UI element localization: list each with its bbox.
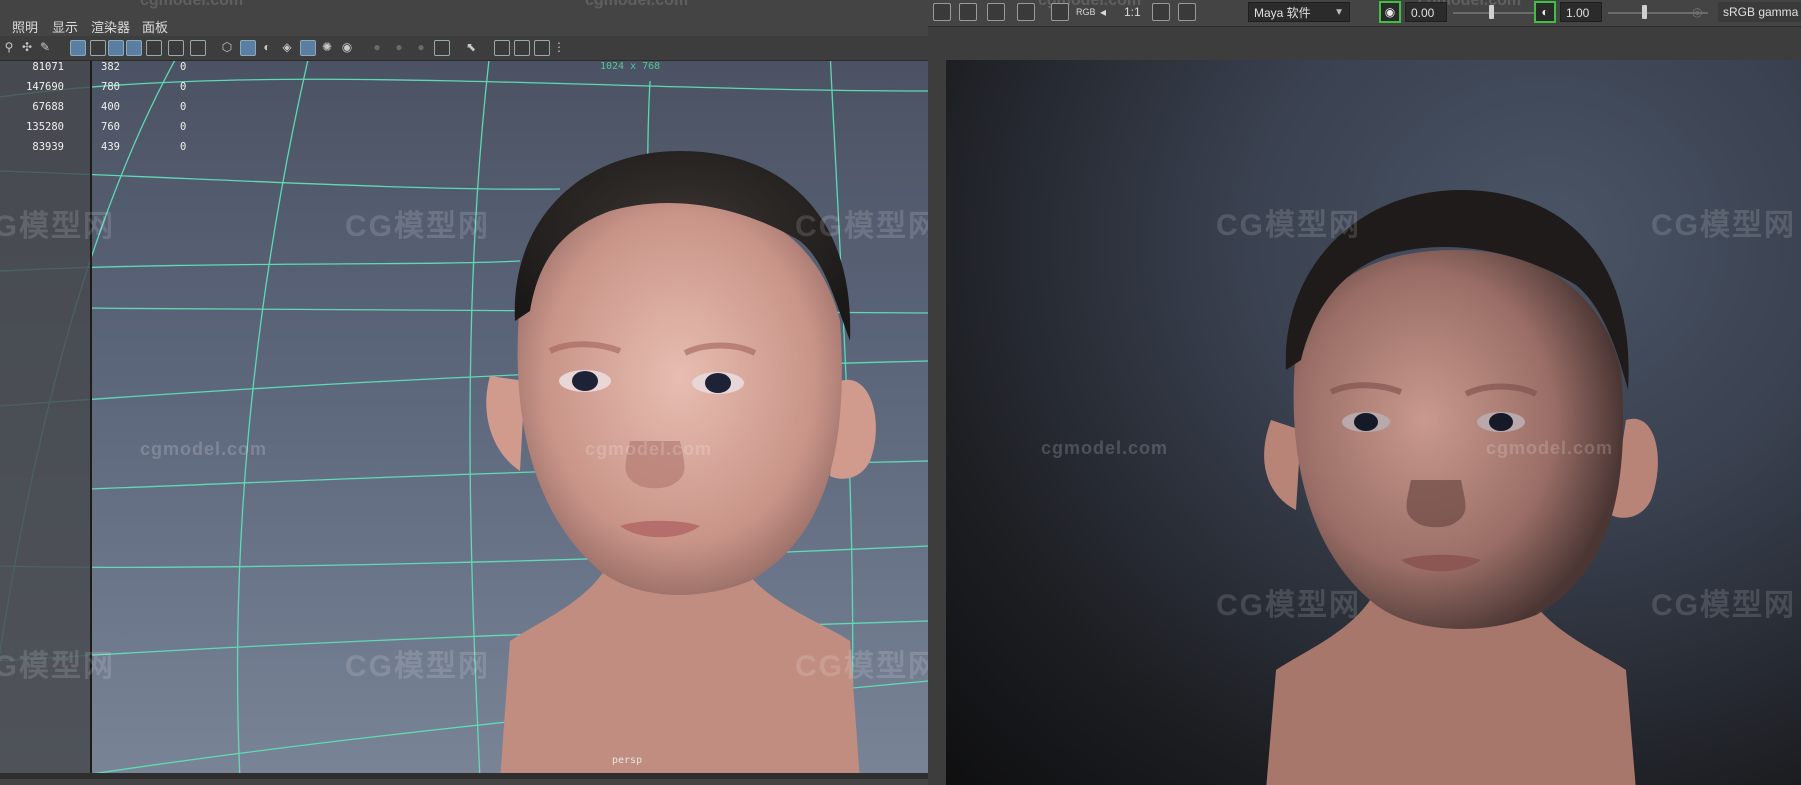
xray-icon[interactable]: [494, 40, 510, 56]
toolbar-overflow-icon[interactable]: ⋮: [552, 40, 566, 54]
render-view-toolbar: cgmodel.com cgmodel.com RGB ◂ 1:1 Maya 软…: [928, 0, 1801, 27]
film-gate-icon[interactable]: [90, 40, 106, 56]
viewport-panel: cgmodel.com cgmodel.com 照明 显示 渲染器 面板 ⚲ ✣…: [0, 0, 928, 785]
exposure-field[interactable]: 0.00: [1405, 2, 1447, 22]
hud-value: 147690: [26, 81, 64, 93]
use-lights-icon[interactable]: ✺: [320, 40, 334, 54]
snapshot-icon[interactable]: [987, 3, 1005, 21]
color-management-dropdown[interactable]: Maya 软件 ▼: [1248, 2, 1350, 22]
view-transform-label[interactable]: sRGB gamma: [1718, 2, 1801, 22]
speaker-icon[interactable]: ◂: [1100, 5, 1106, 19]
watermark-url: cgmodel.com: [1041, 438, 1169, 458]
watermark-url: cgmodel.com: [585, 439, 713, 459]
viewport-toolbar: ⚲ ✣ ✎ ⬡ ◐ ◈ ✺ ◉ ● ● ● ⬉ ⋮: [0, 36, 928, 61]
gamma-slider-handle[interactable]: [1642, 5, 1647, 19]
safe-action-icon[interactable]: [168, 40, 184, 56]
camera-attributes-icon[interactable]: ✣: [20, 40, 34, 54]
clapper-icon[interactable]: [933, 3, 951, 21]
camera-name-label: persp: [612, 755, 643, 766]
color-management-value: Maya 软件: [1254, 6, 1311, 20]
hud-value: 81071: [32, 61, 64, 73]
watermark-logo: CG模型网: [1651, 209, 1796, 242]
hud-value: 0: [180, 101, 187, 113]
shadows-icon[interactable]: ◉: [340, 40, 354, 54]
view-transform-toggle-icon[interactable]: ◎: [1692, 5, 1702, 19]
smooth-shade-icon[interactable]: [240, 40, 256, 56]
menu-display[interactable]: 显示: [52, 17, 78, 36]
hud-value: 0: [180, 141, 187, 153]
watermark-url: cgmodel.com: [140, 439, 268, 459]
menu-lighting[interactable]: 照明: [12, 17, 38, 36]
watermark-logo: CG模型网: [795, 210, 928, 243]
resolution-gate-label: 1024 x 768: [600, 61, 661, 72]
shaded-wire-icon[interactable]: ◐: [260, 40, 274, 54]
rgb-channel-button[interactable]: RGB: [1076, 7, 1096, 17]
grid-toggle-icon[interactable]: [70, 40, 86, 56]
3d-viewport[interactable]: 81071 382 0 147690 780 0 67688 400 0 135…: [0, 61, 928, 779]
multisample-icon[interactable]: ●: [414, 40, 428, 54]
watermark-logo: CG模型网: [1216, 209, 1361, 242]
hud-value: 400: [101, 101, 120, 113]
hud-value: 0: [180, 61, 187, 73]
watermark-url-top: cgmodel.com: [140, 0, 244, 9]
viewport-bottom-border: [0, 773, 928, 779]
keep-image-icon[interactable]: [1152, 3, 1170, 21]
hud-value: 382: [101, 61, 120, 73]
motion-blur-icon[interactable]: ●: [392, 40, 406, 54]
exposure-icon[interactable]: ◉: [1379, 1, 1401, 23]
hud-value: 83939: [32, 141, 64, 153]
safe-title-icon[interactable]: [190, 40, 206, 56]
render-view-panel: cgmodel.com cgmodel.com RGB ◂ 1:1 Maya 软…: [928, 0, 1801, 785]
gate-mask-icon[interactable]: [126, 40, 142, 56]
hud-value: 67688: [32, 101, 64, 113]
panel-menubar: cgmodel.com cgmodel.com 照明 显示 渲染器 面板: [0, 0, 928, 36]
xray-components-icon[interactable]: [534, 40, 550, 56]
field-chart-icon[interactable]: [146, 40, 162, 56]
hud-value: 780: [101, 81, 120, 93]
watermark-logo: CG模型网: [0, 210, 115, 243]
ipr-render-icon[interactable]: [1017, 3, 1035, 21]
watermark-logo: CG模型网: [345, 650, 490, 683]
chevron-down-icon: ▼: [1334, 7, 1344, 18]
watermark-logo: CG模型网: [0, 650, 115, 683]
menu-renderer[interactable]: 渲染器: [91, 17, 130, 36]
hud-value: 439: [101, 141, 120, 153]
render-image-area[interactable]: CG模型网 CG模型网 CG模型网 CG模型网 cgmodel.com cgmo…: [946, 60, 1801, 785]
hud-value: 135280: [26, 121, 64, 133]
exposure-slider-handle[interactable]: [1489, 5, 1494, 19]
isolate-select-icon[interactable]: ⬉: [464, 40, 478, 54]
ambient-occlusion-icon[interactable]: ●: [370, 40, 384, 54]
remove-image-icon[interactable]: [1178, 3, 1196, 21]
watermark-logo: CG模型网: [795, 650, 928, 683]
hud-value: 760: [101, 121, 120, 133]
menu-panels[interactable]: 面板: [142, 17, 168, 36]
render-region-icon[interactable]: [959, 3, 977, 21]
default-material-icon[interactable]: ◈: [280, 40, 294, 54]
select-camera-icon[interactable]: ⚲: [2, 40, 16, 54]
bookmark-icon[interactable]: ✎: [38, 40, 52, 54]
xray-joints-icon[interactable]: [514, 40, 530, 56]
watermark-logo: CG模型网: [1216, 589, 1361, 622]
watermark-url-top: cgmodel.com: [585, 0, 689, 9]
ratio-1-1-button[interactable]: 1:1: [1124, 5, 1141, 19]
hud-value: 0: [180, 121, 187, 133]
watermark-logo: CG模型网: [345, 210, 490, 243]
watermark-logo: CG模型网: [1651, 589, 1796, 622]
refresh-ipr-icon[interactable]: [1051, 3, 1069, 21]
hud-value: 0: [180, 81, 187, 93]
depth-of-field-icon[interactable]: [434, 40, 450, 56]
wireframe-icon[interactable]: ⬡: [220, 40, 234, 54]
textured-icon[interactable]: [300, 40, 316, 56]
resolution-gate-icon[interactable]: [108, 40, 124, 56]
watermark-url: cgmodel.com: [1486, 438, 1614, 458]
gamma-field[interactable]: 1.00: [1560, 2, 1602, 22]
gamma-icon[interactable]: ◐: [1534, 1, 1556, 23]
